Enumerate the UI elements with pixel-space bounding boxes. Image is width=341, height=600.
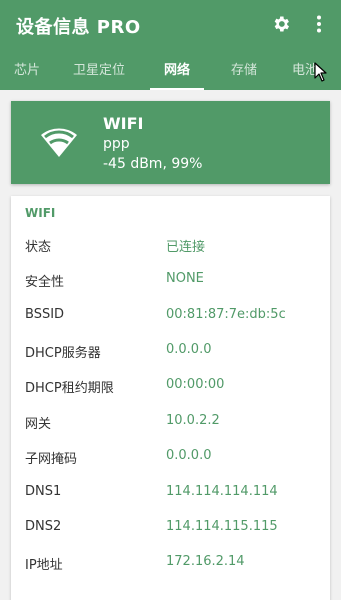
wifi-summary-card: WIFI ppp -45 dBm, 99% <box>11 101 330 184</box>
wifi-card-title: WIFI <box>103 114 144 133</box>
detail-label: IP地址 <box>25 558 63 573</box>
app-bar-actions <box>269 12 331 36</box>
more-options-button[interactable] <box>307 12 331 36</box>
detail-row-gateway: 网关 10.0.2.2 <box>11 406 330 436</box>
detail-row-subnet-mask: 子网掩码 0.0.0.0 <box>11 441 330 471</box>
detail-value: 0.0.0.0 <box>166 342 212 357</box>
detail-label: DHCP服务器 <box>25 346 101 361</box>
detail-row-dns1: DNS1 114.114.114.114 <box>11 477 330 507</box>
detail-row-status: 状态 已连接 <box>11 229 330 259</box>
more-vert-icon <box>317 15 321 33</box>
detail-value: 114.114.114.114 <box>166 484 278 499</box>
detail-value: 10.0.2.2 <box>166 413 220 428</box>
gear-icon <box>274 16 289 32</box>
detail-label: 子网掩码 <box>25 452 78 467</box>
detail-label: DNS2 <box>25 519 62 534</box>
section-title: WIFI <box>25 206 56 220</box>
tab-gnss[interactable]: 卫星定位 <box>54 52 144 90</box>
mouse-cursor-icon <box>314 62 327 82</box>
detail-label: 状态 <box>25 240 52 255</box>
wifi-signal-strength: -45 dBm, 99% <box>103 156 203 172</box>
detail-row-dhcp-server: DHCP服务器 0.0.0.0 <box>11 335 330 365</box>
detail-value: 172.16.2.14 <box>166 554 245 569</box>
wifi-details-card: WIFI 状态 已连接 安全性 NONE BSSID 00:81:87:7e:d… <box>11 196 330 600</box>
tab-chip[interactable]: 芯片 <box>0 52 54 90</box>
tab-storage[interactable]: 存储 <box>210 52 278 90</box>
wifi-icon <box>41 128 77 157</box>
detail-value: 00:81:87:7e:db:5c <box>166 307 286 322</box>
detail-row-dhcp-lease: DHCP租约期限 00:00:00 <box>11 370 330 400</box>
detail-value: 00:00:00 <box>166 377 225 392</box>
detail-value: 114.114.115.115 <box>166 519 278 534</box>
app-title: 设备信息 PRO <box>16 17 141 38</box>
detail-value: NONE <box>166 271 204 286</box>
tab-bar: 芯片 卫星定位 网络 存储 电池 <box>0 52 341 90</box>
detail-row-ip-address: IP地址 172.16.2.14 <box>11 547 330 577</box>
detail-value: 0.0.0.0 <box>166 448 212 463</box>
detail-value: 已连接 <box>166 240 206 255</box>
settings-button[interactable] <box>269 12 293 36</box>
detail-label: 网关 <box>25 417 52 432</box>
detail-label: BSSID <box>25 307 65 322</box>
wifi-ssid: ppp <box>103 136 130 152</box>
detail-label: 安全性 <box>25 275 65 290</box>
detail-row-dns2: DNS2 114.114.115.115 <box>11 512 330 542</box>
detail-label: DHCP租约期限 <box>25 381 114 396</box>
detail-row-bssid: BSSID 00:81:87:7e:db:5c <box>11 300 330 330</box>
tab-battery[interactable]: 电池 <box>278 52 341 90</box>
tab-network[interactable]: 网络 <box>144 52 210 90</box>
detail-label: DNS1 <box>25 484 62 499</box>
detail-row-security: 安全性 NONE <box>11 264 330 294</box>
app-bar: 设备信息 PRO 芯片 卫星定位 网络 存储 电池 <box>0 0 341 90</box>
